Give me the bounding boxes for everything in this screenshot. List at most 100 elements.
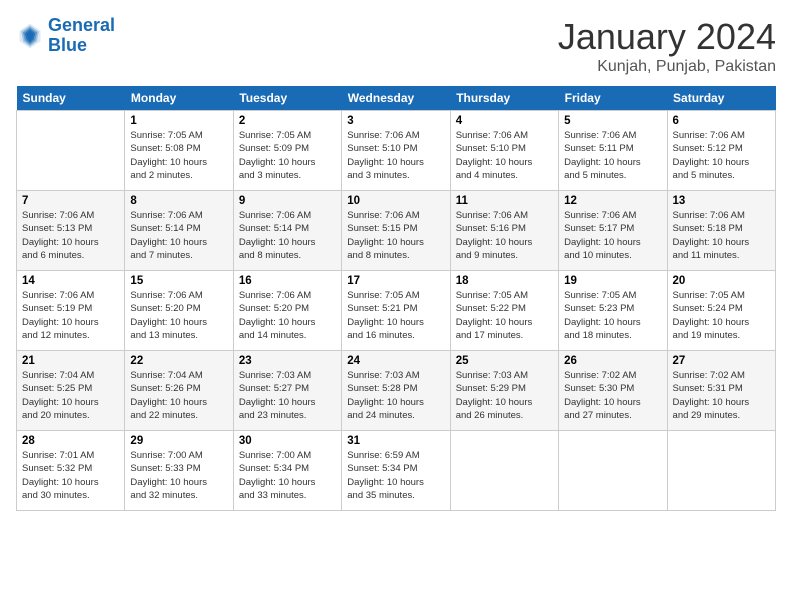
day-number: 31 (347, 435, 444, 447)
day-info: Sunrise: 7:01 AMSunset: 5:32 PMDaylight:… (22, 449, 119, 502)
table-row: 30 Sunrise: 7:00 AMSunset: 5:34 PMDayligh… (233, 431, 341, 511)
table-row (667, 431, 775, 511)
col-friday: Friday (559, 86, 667, 111)
day-number: 15 (130, 275, 227, 287)
day-number: 5 (564, 115, 661, 127)
day-info: Sunrise: 7:04 AMSunset: 5:26 PMDaylight:… (130, 369, 227, 422)
day-number: 25 (456, 355, 553, 367)
day-info: Sunrise: 7:06 AMSunset: 5:15 PMDaylight:… (347, 209, 444, 262)
day-number: 26 (564, 355, 661, 367)
table-row: 9 Sunrise: 7:06 AMSunset: 5:14 PMDaylight… (233, 191, 341, 271)
day-info: Sunrise: 7:05 AMSunset: 5:21 PMDaylight:… (347, 289, 444, 342)
table-row: 3 Sunrise: 7:06 AMSunset: 5:10 PMDaylight… (342, 111, 450, 191)
day-info: Sunrise: 7:05 AMSunset: 5:08 PMDaylight:… (130, 129, 227, 182)
day-info: Sunrise: 7:05 AMSunset: 5:24 PMDaylight:… (673, 289, 770, 342)
day-number: 21 (22, 355, 119, 367)
table-row: 7Sunrise: 7:06 AMSunset: 5:13 PMDaylight… (17, 191, 125, 271)
day-number: 29 (130, 435, 227, 447)
day-number: 30 (239, 435, 336, 447)
col-thursday: Thursday (450, 86, 558, 111)
table-row: 27 Sunrise: 7:02 AMSunset: 5:31 PMDayligh… (667, 351, 775, 431)
title-block: January 2024 Kunjah, Punjab, Pakistan (558, 16, 776, 76)
table-row: 16 Sunrise: 7:06 AMSunset: 5:20 PMDayligh… (233, 271, 341, 351)
table-row: 24 Sunrise: 7:03 AMSunset: 5:28 PMDayligh… (342, 351, 450, 431)
day-info: Sunrise: 7:06 AMSunset: 5:18 PMDaylight:… (673, 209, 770, 262)
table-row: 13 Sunrise: 7:06 AMSunset: 5:18 PMDayligh… (667, 191, 775, 271)
table-row: 1 Sunrise: 7:05 AMSunset: 5:08 PMDaylight… (125, 111, 233, 191)
col-monday: Monday (125, 86, 233, 111)
table-row: 23Sunrise: 7:03 AMSunset: 5:27 PMDayligh… (233, 351, 341, 431)
day-info: Sunrise: 7:06 AMSunset: 5:14 PMDaylight:… (239, 209, 336, 262)
day-info: Sunrise: 7:00 AMSunset: 5:33 PMDaylight:… (130, 449, 227, 502)
col-saturday: Saturday (667, 86, 775, 111)
table-row: 29 Sunrise: 7:00 AMSunset: 5:33 PMDayligh… (125, 431, 233, 511)
calendar-week-row: 21 Sunrise: 7:04 AMSunset: 5:25 PMDayligh… (17, 351, 776, 431)
logo-blue: Blue (48, 35, 87, 55)
day-number: 20 (673, 275, 770, 287)
logo-general: General (48, 15, 115, 35)
day-info: Sunrise: 7:06 AMSunset: 5:10 PMDaylight:… (347, 129, 444, 182)
day-info: Sunrise: 7:03 AMSunset: 5:28 PMDaylight:… (347, 369, 444, 422)
table-row: 18 Sunrise: 7:05 AMSunset: 5:22 PMDayligh… (450, 271, 558, 351)
day-info: Sunrise: 7:06 AMSunset: 5:16 PMDaylight:… (456, 209, 553, 262)
day-number: 9 (239, 195, 336, 207)
day-info: Sunrise: 7:05 AMSunset: 5:09 PMDaylight:… (239, 129, 336, 182)
table-row: 31 Sunrise: 6:59 AMSunset: 5:34 PMDayligh… (342, 431, 450, 511)
day-number: 17 (347, 275, 444, 287)
header-row: Sunday Monday Tuesday Wednesday Thursday… (17, 86, 776, 111)
col-tuesday: Tuesday (233, 86, 341, 111)
calendar-week-row: 14Sunrise: 7:06 AMSunset: 5:19 PMDayligh… (17, 271, 776, 351)
day-number: 4 (456, 115, 553, 127)
day-info: Sunrise: 6:59 AMSunset: 5:34 PMDaylight:… (347, 449, 444, 502)
calendar-header: Sunday Monday Tuesday Wednesday Thursday… (17, 86, 776, 111)
table-row: 17 Sunrise: 7:05 AMSunset: 5:21 PMDayligh… (342, 271, 450, 351)
location: Kunjah, Punjab, Pakistan (558, 58, 776, 76)
page-container: General Blue January 2024 Kunjah, Punjab… (0, 0, 792, 521)
table-row: 28 Sunrise: 7:01 AMSunset: 5:32 PMDayligh… (17, 431, 125, 511)
table-row: 8 Sunrise: 7:06 AMSunset: 5:14 PMDaylight… (125, 191, 233, 271)
day-info: Sunrise: 7:06 AMSunset: 5:14 PMDaylight:… (130, 209, 227, 262)
day-info: Sunrise: 7:06 AMSunset: 5:11 PMDaylight:… (564, 129, 661, 182)
day-number: 24 (347, 355, 444, 367)
day-number: 27 (673, 355, 770, 367)
day-info: Sunrise: 7:06 AMSunset: 5:17 PMDaylight:… (564, 209, 661, 262)
table-row: 12Sunrise: 7:06 AMSunset: 5:17 PMDayligh… (559, 191, 667, 271)
logo-text: General Blue (48, 16, 115, 56)
day-info: Sunrise: 7:06 AMSunset: 5:13 PMDaylight:… (22, 209, 119, 262)
day-info: Sunrise: 7:05 AMSunset: 5:22 PMDaylight:… (456, 289, 553, 342)
day-number: 16 (239, 275, 336, 287)
day-number: 10 (347, 195, 444, 207)
table-row: 11Sunrise: 7:06 AMSunset: 5:16 PMDayligh… (450, 191, 558, 271)
logo: General Blue (16, 16, 115, 56)
table-row (450, 431, 558, 511)
day-number: 1 (130, 115, 227, 127)
day-info: Sunrise: 7:02 AMSunset: 5:31 PMDaylight:… (673, 369, 770, 422)
logo-icon (16, 22, 44, 50)
table-row (17, 111, 125, 191)
table-row: 25Sunrise: 7:03 AMSunset: 5:29 PMDayligh… (450, 351, 558, 431)
table-row: 20 Sunrise: 7:05 AMSunset: 5:24 PMDayligh… (667, 271, 775, 351)
day-number: 8 (130, 195, 227, 207)
day-number: 22 (130, 355, 227, 367)
day-info: Sunrise: 7:06 AMSunset: 5:12 PMDaylight:… (673, 129, 770, 182)
day-info: Sunrise: 7:06 AMSunset: 5:10 PMDaylight:… (456, 129, 553, 182)
day-info: Sunrise: 7:06 AMSunset: 5:20 PMDaylight:… (239, 289, 336, 342)
day-info: Sunrise: 7:04 AMSunset: 5:25 PMDaylight:… (22, 369, 119, 422)
day-info: Sunrise: 7:00 AMSunset: 5:34 PMDaylight:… (239, 449, 336, 502)
table-row (559, 431, 667, 511)
day-number: 18 (456, 275, 553, 287)
calendar-table: Sunday Monday Tuesday Wednesday Thursday… (16, 86, 776, 511)
day-info: Sunrise: 7:02 AMSunset: 5:30 PMDaylight:… (564, 369, 661, 422)
day-info: Sunrise: 7:05 AMSunset: 5:23 PMDaylight:… (564, 289, 661, 342)
calendar-week-row: 1 Sunrise: 7:05 AMSunset: 5:08 PMDaylight… (17, 111, 776, 191)
table-row: 19Sunrise: 7:05 AMSunset: 5:23 PMDayligh… (559, 271, 667, 351)
day-info: Sunrise: 7:03 AMSunset: 5:27 PMDaylight:… (239, 369, 336, 422)
calendar-body: 1 Sunrise: 7:05 AMSunset: 5:08 PMDaylight… (17, 111, 776, 511)
day-number: 13 (673, 195, 770, 207)
table-row: 14Sunrise: 7:06 AMSunset: 5:19 PMDayligh… (17, 271, 125, 351)
calendar-week-row: 28 Sunrise: 7:01 AMSunset: 5:32 PMDayligh… (17, 431, 776, 511)
day-number: 3 (347, 115, 444, 127)
table-row: 6Sunrise: 7:06 AMSunset: 5:12 PMDaylight… (667, 111, 775, 191)
day-number: 28 (22, 435, 119, 447)
table-row: 26 Sunrise: 7:02 AMSunset: 5:30 PMDayligh… (559, 351, 667, 431)
